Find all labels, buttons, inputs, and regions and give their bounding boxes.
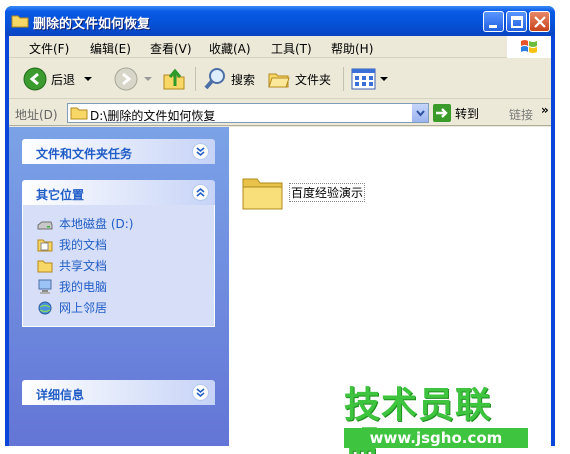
shared-folder-icon: [37, 260, 53, 272]
toolbar-separator: [343, 67, 344, 91]
maximize-icon: [511, 16, 523, 28]
chevron-down-icon: [196, 147, 205, 157]
go-arrow-icon: [433, 104, 451, 122]
links-more[interactable]: »: [541, 103, 549, 117]
close-icon: [534, 16, 546, 28]
my-documents-icon: [37, 239, 53, 251]
place-network[interactable]: 网上邻居: [23, 297, 214, 318]
folder-icon: [242, 178, 283, 210]
menu-bar: 文件(F) 编辑(E) 查看(V) 收藏(A) 工具(T) 帮助(H): [9, 36, 551, 58]
other-places-title: 其它位置: [36, 188, 85, 202]
place-local-disk[interactable]: 本地磁盘 (D:): [23, 213, 214, 234]
dropdown-arrow-icon: [84, 77, 93, 81]
menu-view[interactable]: 查看(V): [150, 40, 192, 57]
menu-help[interactable]: 帮助(H): [331, 40, 373, 57]
forward-arrow-icon: [114, 67, 138, 91]
windows-logo: [507, 36, 551, 58]
explorer-window: 删除的文件如何恢复 文件(F) 编辑(E) 查看(V) 收藏(A) 工具(T) …: [5, 6, 555, 446]
details-panel: 详细信息: [22, 380, 215, 405]
file-tasks-title: 文件和文件夹任务: [36, 147, 133, 161]
links-label[interactable]: 链接: [509, 106, 533, 123]
folders-button[interactable]: 文件夹: [267, 66, 331, 92]
address-value: D:\删除的文件如何恢复: [90, 109, 216, 123]
place-label: 我的电脑: [59, 280, 108, 294]
folders-label: 文件夹: [295, 72, 332, 87]
go-label: 转到: [455, 106, 480, 121]
menu-tools[interactable]: 工具(T): [271, 40, 312, 57]
menu-edit[interactable]: 编辑(E): [90, 40, 131, 57]
address-input[interactable]: D:\删除的文件如何恢复: [67, 103, 429, 123]
up-folder-button[interactable]: [161, 66, 187, 92]
minimize-icon: [489, 25, 497, 28]
file-tasks-header[interactable]: 文件和文件夹任务: [22, 139, 215, 164]
window-title: 删除的文件如何恢复: [33, 17, 151, 32]
folder-icon: [11, 15, 29, 28]
title-bar[interactable]: 删除的文件如何恢复: [5, 6, 555, 36]
details-header[interactable]: 详细信息: [22, 380, 215, 405]
close-button[interactable]: [529, 11, 550, 32]
toolbar: 后退 搜索 文件夹: [9, 59, 551, 99]
back-button[interactable]: 后退: [23, 66, 95, 92]
task-pane: 文件和文件夹任务 其它位置 本地磁盘 (D:) 我的文档 共享文档 我的电脑 网…: [9, 127, 229, 446]
place-label: 我的文档: [59, 238, 108, 252]
expand-button[interactable]: [192, 384, 209, 401]
dropdown-arrow-icon: [144, 77, 152, 81]
file-tasks-panel: 文件和文件夹任务: [22, 139, 215, 164]
place-my-documents[interactable]: 我的文档: [23, 234, 214, 255]
my-computer-icon: [38, 279, 52, 294]
address-label: 地址(D): [15, 108, 58, 122]
folders-icon: [268, 73, 290, 88]
place-my-computer[interactable]: 我的电脑: [23, 276, 214, 297]
file-name: 百度经验演示: [289, 183, 366, 202]
file-item[interactable]: 百度经验演示: [241, 173, 366, 214]
expand-button[interactable]: [192, 143, 209, 160]
views-icon: [351, 68, 376, 90]
menu-favorites[interactable]: 收藏(A): [209, 40, 251, 57]
back-arrow-icon: [23, 67, 47, 91]
folder-icon: [70, 107, 88, 120]
watermark: 技术员联盟 www.jsgho.com: [344, 386, 528, 454]
address-bar: 地址(D) D:\删除的文件如何恢复 转到 链接 »: [9, 100, 551, 126]
maximize-button[interactable]: [506, 11, 527, 32]
go-button[interactable]: 转到: [433, 104, 479, 122]
views-button[interactable]: [351, 66, 389, 92]
other-places-panel: 其它位置 本地磁盘 (D:) 我的文档 共享文档 我的电脑 网上邻居: [22, 180, 215, 327]
details-title: 详细信息: [36, 388, 85, 402]
place-label: 网上邻居: [59, 301, 108, 315]
chevron-up-icon: [196, 187, 205, 197]
search-label: 搜索: [231, 72, 256, 87]
forward-button[interactable]: [114, 66, 154, 92]
chevron-down-icon: [416, 110, 425, 117]
other-places-header[interactable]: 其它位置: [22, 180, 215, 205]
search-button[interactable]: 搜索: [203, 66, 255, 92]
dropdown-arrow-icon: [380, 77, 388, 81]
place-label: 本地磁盘 (D:): [59, 217, 134, 231]
up-folder-icon: [163, 68, 185, 90]
drive-icon: [37, 221, 53, 229]
search-icon: [204, 68, 225, 90]
place-shared-documents[interactable]: 共享文档: [23, 255, 214, 276]
back-label: 后退: [51, 72, 76, 87]
minimize-button[interactable]: [483, 11, 504, 32]
address-dropdown-button[interactable]: [411, 104, 428, 122]
other-places-body: 本地磁盘 (D:) 我的文档 共享文档 我的电脑 网上邻居: [22, 205, 215, 327]
network-icon: [38, 301, 52, 314]
place-label: 共享文档: [59, 259, 108, 273]
menu-file[interactable]: 文件(F): [29, 40, 69, 57]
toolbar-separator: [195, 67, 196, 91]
chevron-down-icon: [196, 388, 205, 398]
windows-flag-icon: [521, 40, 537, 53]
watermark-url: www.jsgho.com: [344, 428, 528, 448]
collapse-button[interactable]: [192, 184, 209, 201]
